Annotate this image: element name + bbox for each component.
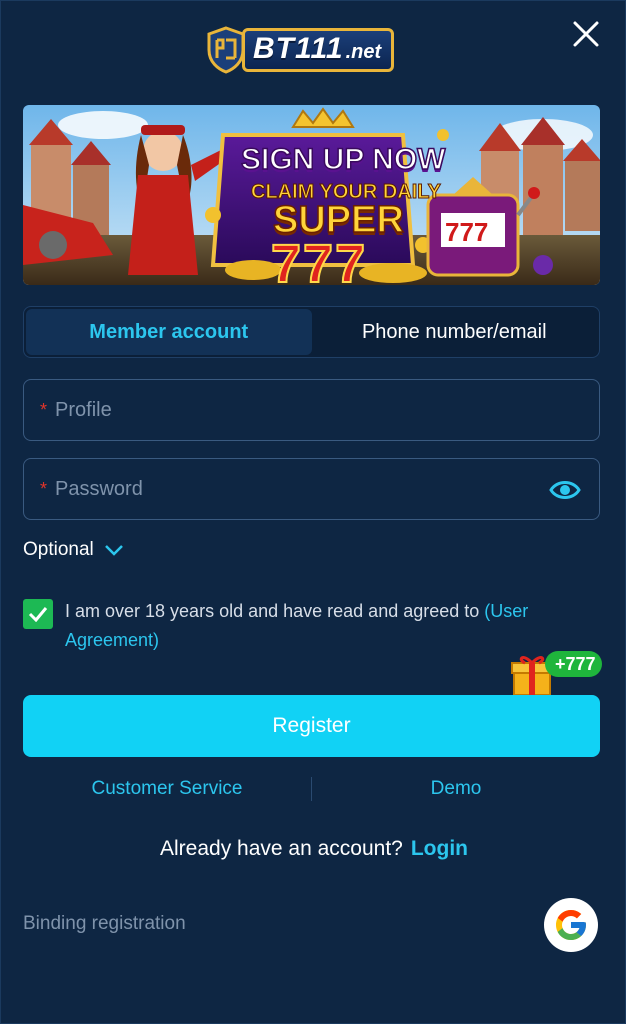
close-icon — [573, 21, 599, 47]
demo-link[interactable]: Demo — [312, 771, 600, 807]
agreement-statement: I am over 18 years old and have read and… — [65, 601, 485, 621]
register-button-label: Register — [272, 714, 351, 737]
banner-headline: SIGN UP NOW — [240, 142, 446, 177]
google-icon — [556, 910, 586, 940]
gift-bonus-badge: +777 — [511, 651, 607, 696]
secondary-links: Customer Service Demo — [23, 771, 600, 807]
chevron-down-icon — [104, 545, 123, 556]
gift-bonus-label: +777 — [545, 651, 602, 677]
banner-777-text: 777 — [270, 233, 368, 285]
logo-main-text: BT111 — [253, 32, 344, 65]
agreement-checkbox[interactable] — [23, 599, 53, 629]
svg-text:777: 777 — [445, 217, 488, 247]
profile-field[interactable]: * — [23, 379, 600, 441]
register-button[interactable]: Register — [23, 695, 600, 757]
optional-label: Optional — [23, 539, 94, 560]
binding-registration-label: Binding registration — [23, 913, 186, 934]
tab-member-account-label: Member account — [89, 320, 249, 343]
register-modal: BT111 .net 777 SIGN UP NOW CLAIM YOUR DA… — [0, 0, 626, 1024]
customer-service-label: Customer Service — [91, 778, 243, 799]
brand-logo: BT111 .net — [206, 25, 422, 75]
eye-icon — [549, 481, 581, 499]
profile-input[interactable] — [53, 397, 599, 423]
promo-banner[interactable]: 777 SIGN UP NOW CLAIM YOUR DAILY SUPER 7… — [23, 105, 600, 285]
tab-phone-email[interactable]: Phone number/email — [312, 309, 598, 355]
login-link[interactable]: Login — [411, 837, 468, 860]
checkmark-icon — [28, 607, 48, 622]
required-mark: * — [40, 399, 48, 420]
tab-member-account[interactable]: Member account — [26, 309, 312, 355]
close-button[interactable] — [571, 19, 601, 49]
tab-phone-email-label: Phone number/email — [361, 320, 547, 343]
password-input[interactable] — [53, 476, 599, 502]
logo-tld-text: .net — [345, 41, 382, 63]
google-signin-button[interactable] — [544, 898, 598, 952]
login-method-tabs: Member account Phone number/email — [23, 306, 600, 358]
login-prompt: Already have an account? Login — [1, 837, 626, 861]
password-field[interactable]: * — [23, 458, 600, 520]
optional-toggle[interactable]: Optional — [23, 539, 124, 561]
shield-logo-icon — [206, 26, 246, 74]
demo-label: Demo — [430, 778, 482, 799]
login-prompt-text: Already have an account? — [160, 837, 403, 860]
show-password-button[interactable] — [549, 475, 581, 505]
customer-service-link[interactable]: Customer Service — [23, 771, 311, 807]
required-mark: * — [40, 478, 48, 499]
agreement-text: I am over 18 years old and have read and… — [65, 597, 585, 655]
brand-wordmark: BT111 .net — [242, 28, 395, 72]
